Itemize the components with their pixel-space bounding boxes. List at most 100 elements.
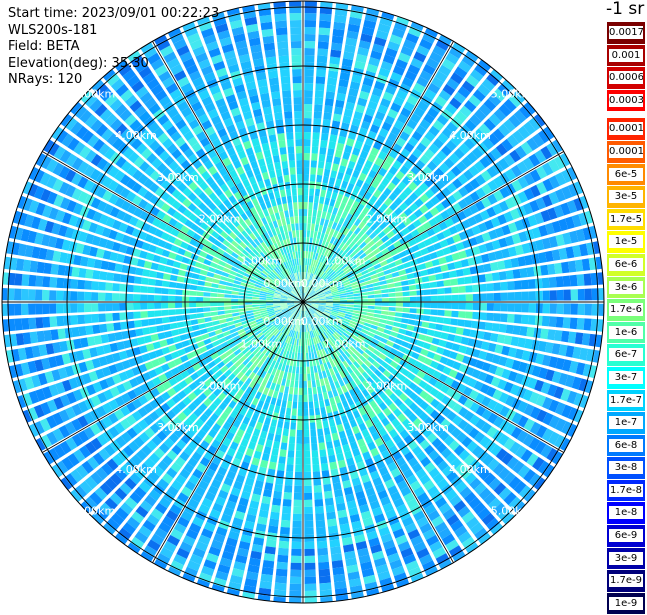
range-gate-cell	[284, 386, 289, 394]
range-gate-cell	[303, 367, 306, 374]
range-gate-cell	[307, 367, 310, 374]
range-gate-cell	[374, 310, 381, 314]
range-gate-cell	[319, 21, 331, 29]
range-gate-cell	[119, 293, 126, 301]
range-gate-cell	[319, 147, 326, 155]
range-gate-cell	[304, 402, 308, 409]
range-gate-cell	[318, 41, 329, 49]
range-gate-cell	[304, 153, 310, 160]
range-gate-cell	[308, 381, 312, 388]
range-gate-cell	[211, 316, 219, 321]
range-gate-cell	[311, 373, 315, 380]
range-gate-cell	[494, 293, 501, 301]
range-gate-cell	[318, 225, 323, 233]
range-gate-cell	[135, 268, 143, 276]
range-gate-cell	[324, 105, 333, 113]
range-gate-cell	[71, 327, 79, 337]
range-gate-cell	[271, 448, 278, 456]
range-gate-cell	[385, 325, 393, 331]
range-gate-cell	[224, 298, 231, 301]
range-gate-cell	[457, 277, 465, 284]
range-gate-cell	[570, 318, 578, 330]
range-gate-cell	[445, 303, 452, 309]
range-gate-cell	[171, 329, 179, 336]
range-gate-cell	[304, 195, 308, 202]
range-gate-cell	[335, 150, 343, 158]
range-gate-cell	[91, 281, 99, 290]
range-gate-cell	[42, 290, 49, 301]
range-gate-cell	[151, 263, 159, 271]
range-gate-cell	[144, 335, 152, 343]
range-gate-cell	[319, 449, 326, 457]
range-gate-cell	[507, 281, 515, 290]
range-gate-cell	[264, 482, 273, 490]
range-gate-cell	[304, 500, 312, 507]
range-gate-cell	[367, 309, 374, 313]
range-gate-cell	[319, 569, 331, 577]
range-gate-cell	[328, 391, 334, 399]
range-gate-cell	[317, 55, 328, 63]
range-gate-cell	[295, 381, 299, 388]
range-gate-cell	[289, 598, 301, 603]
range-gate-cell	[212, 320, 220, 325]
range-gate-cell	[464, 276, 472, 284]
range-gate-cell	[407, 273, 415, 279]
range-gate-cell	[84, 280, 92, 289]
range-gate-cell	[570, 275, 578, 287]
range-gate-cell	[212, 278, 220, 283]
range-gate-cell	[307, 230, 310, 237]
range-gate-cell	[316, 422, 322, 430]
range-gate-cell	[311, 436, 317, 444]
range-gate-cell	[207, 272, 215, 278]
range-gate-cell	[380, 285, 388, 290]
range-gate-cell	[2, 304, 7, 316]
range-gate-cell	[451, 287, 458, 294]
range-gate-cell	[387, 316, 395, 321]
range-gate-cell	[320, 218, 325, 226]
range-gate-cell	[282, 506, 291, 514]
range-gate-cell	[154, 303, 161, 309]
range-gate-cell	[437, 281, 445, 288]
range-gate-cell	[320, 407, 326, 415]
range-gate-cell	[326, 91, 335, 99]
range-gate-cell	[296, 437, 302, 444]
range-gate-cell	[427, 329, 435, 336]
range-gate-cell	[28, 289, 35, 300]
range-gate-cell	[492, 272, 500, 281]
range-gate-cell	[405, 267, 413, 273]
range-gate-cell	[259, 302, 266, 304]
range-gate-cell	[403, 303, 410, 307]
range-gate-cell	[304, 111, 312, 118]
range-gate-cell	[547, 329, 555, 340]
range-gate-cell	[304, 132, 311, 139]
range-gate-cell	[283, 225, 288, 233]
range-gate-cell	[281, 400, 286, 408]
range-gate-cell	[283, 492, 292, 500]
range-gate-cell	[333, 439, 340, 447]
range-gate-cell	[274, 406, 280, 414]
range-gate-cell	[401, 318, 409, 323]
range-gate-cell	[500, 314, 508, 323]
range-gate-cell	[217, 294, 224, 298]
ppi-scan-plot: 0.00km1.00km2.00km3.00km4.00km5.00km0.00…	[0, 0, 647, 607]
range-gate-cell	[390, 331, 398, 337]
range-gate-cell	[56, 316, 64, 327]
range-gate-cell	[442, 272, 450, 279]
range-gate-cell	[161, 303, 168, 309]
range-gate-cell	[335, 417, 342, 425]
range-gate-cell	[308, 395, 313, 402]
range-gate-cell	[320, 140, 327, 148]
range-gate-cell	[277, 562, 288, 570]
range-gate-cell	[225, 290, 232, 294]
range-gate-cell	[262, 496, 271, 504]
range-gate-cell	[330, 57, 341, 65]
range-gate-cell	[314, 111, 322, 119]
range-gate-cell	[259, 300, 266, 302]
range-gate-cell	[70, 303, 77, 313]
range-gate-cell	[388, 312, 395, 317]
range-gate-cell	[35, 290, 42, 301]
range-gate-cell	[445, 295, 452, 301]
range-gate-cell	[196, 308, 203, 313]
range-gate-cell	[332, 207, 338, 215]
range-gate-cell	[542, 278, 550, 289]
